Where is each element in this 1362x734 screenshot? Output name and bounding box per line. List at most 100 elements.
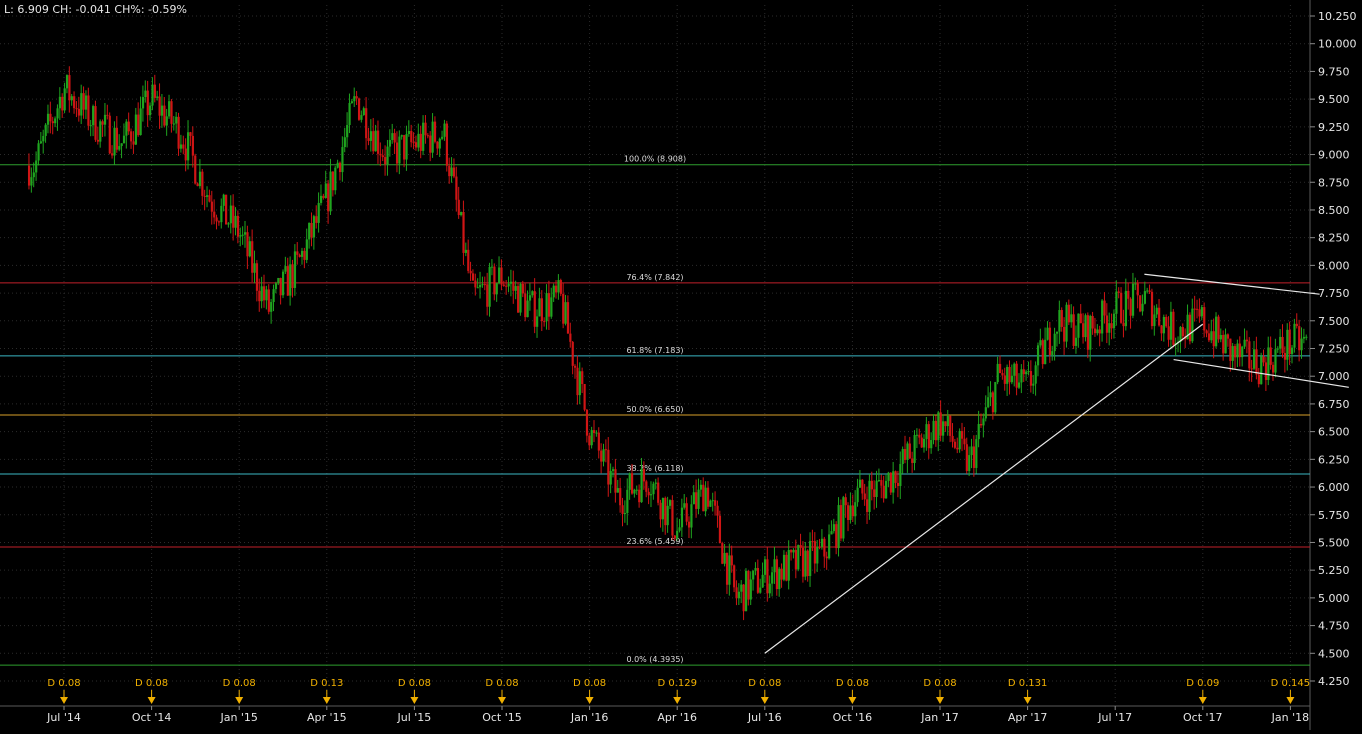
y-tick-label: 8.500 <box>1318 204 1350 217</box>
price-bar <box>464 249 468 253</box>
price-bar <box>806 550 809 577</box>
price-bar <box>365 108 368 139</box>
price-bar <box>550 297 553 317</box>
price-bar <box>645 481 648 492</box>
price-bar <box>1051 351 1054 356</box>
dividend-marker-arrow-icon[interactable] <box>1198 697 1207 704</box>
trendline[interactable] <box>1144 273 1320 295</box>
price-bar <box>1082 323 1085 338</box>
price-bar <box>338 162 342 173</box>
dividend-marker-arrow-icon[interactable] <box>1023 697 1032 704</box>
price-bar <box>251 241 254 273</box>
dividend-marker-arrow-icon[interactable] <box>760 697 769 704</box>
trendline[interactable] <box>764 323 1204 654</box>
price-bar <box>1224 334 1227 354</box>
price-bar <box>139 108 142 136</box>
price-bar <box>775 559 779 590</box>
price-bar <box>429 135 432 153</box>
dividend-marker-arrow-icon[interactable] <box>848 697 857 704</box>
price-bar <box>811 541 814 543</box>
price-bar <box>754 568 757 571</box>
x-tick-label: Oct '14 <box>132 711 172 724</box>
price-bar <box>949 415 952 436</box>
price-bar <box>417 133 420 148</box>
dividend-marker-arrow-icon[interactable] <box>147 697 156 704</box>
price-bar <box>1122 322 1125 327</box>
price-bar <box>1153 314 1156 327</box>
price-bar <box>35 160 38 173</box>
dividend-marker-arrow-icon[interactable] <box>585 697 594 704</box>
price-bar <box>514 286 517 291</box>
dividend-marker-arrow-icon[interactable] <box>1286 697 1295 704</box>
price-bar <box>927 424 930 449</box>
price-bar <box>932 420 935 441</box>
price-bar <box>403 135 406 160</box>
price-bar <box>832 524 835 532</box>
price-bar <box>445 123 449 166</box>
price-bar <box>63 88 66 111</box>
dividend-marker-arrow-icon[interactable] <box>936 697 944 704</box>
price-bar <box>861 479 864 494</box>
y-tick-label: 5.500 <box>1318 536 1350 549</box>
price-bar <box>882 485 885 499</box>
y-tick-label: 8.000 <box>1318 259 1350 272</box>
price-bar <box>431 121 434 153</box>
dividend-marker-arrow-icon[interactable] <box>410 697 419 704</box>
price-bar <box>1089 315 1092 350</box>
price-bar <box>576 367 579 396</box>
price-bar <box>1022 369 1025 375</box>
price-bar <box>972 446 976 468</box>
price-bar <box>1008 366 1011 383</box>
price-bar <box>685 503 688 522</box>
price-bar <box>559 280 562 294</box>
price-bar <box>1141 303 1144 312</box>
price-chart[interactable]: 4.250 4.500 4.750 5.000 5.250 5.500 5.750 6.000… <box>0 0 1362 730</box>
y-tick-label: 5.250 <box>1318 564 1350 577</box>
price-bar <box>54 118 57 124</box>
price-bar <box>412 142 415 144</box>
x-tick-label: Oct '16 <box>833 711 873 724</box>
price-bar <box>367 138 370 141</box>
price-bar <box>547 293 551 317</box>
price-bar <box>519 283 522 313</box>
price-bar <box>46 113 50 125</box>
price-bar <box>733 565 736 588</box>
price-bar <box>657 482 660 503</box>
dividend-marker-arrow-icon[interactable] <box>322 697 331 704</box>
price-bar <box>1257 374 1260 385</box>
price-bar <box>336 162 339 168</box>
dividend-marker-arrow-icon[interactable] <box>498 697 506 704</box>
price-bar <box>103 114 107 125</box>
price-bar <box>699 484 703 490</box>
y-tick-label: 10.250 <box>1318 10 1357 23</box>
price-bar <box>849 505 852 521</box>
y-tick-label: 6.250 <box>1318 453 1350 466</box>
price-bar <box>619 488 622 506</box>
price-bar <box>706 487 710 507</box>
dividend-label: D 0.08 <box>485 678 518 689</box>
price-bar <box>1243 339 1246 347</box>
price-bar <box>1020 369 1023 383</box>
price-bar <box>799 545 802 548</box>
price-bar <box>322 195 325 198</box>
price-bar <box>521 283 524 294</box>
price-bar <box>469 270 472 274</box>
price-bar <box>1131 283 1135 316</box>
price-bar <box>1063 326 1066 342</box>
price-bar <box>880 480 883 486</box>
price-bar <box>248 241 251 257</box>
price-bar <box>253 263 256 273</box>
dividend-marker-arrow-icon[interactable] <box>673 697 682 704</box>
price-bar <box>1150 291 1154 327</box>
price-bar <box>156 96 159 98</box>
price-bar <box>666 505 669 526</box>
dividend-marker-arrow-icon[interactable] <box>60 697 68 704</box>
dividend-marker-arrow-icon[interactable] <box>235 697 244 704</box>
price-bar <box>232 205 235 228</box>
price-bar <box>763 559 767 575</box>
price-bar <box>873 489 876 497</box>
price-bar <box>566 302 570 334</box>
price-bar <box>405 134 408 160</box>
price-bar <box>1158 307 1161 326</box>
price-bar <box>889 472 892 493</box>
